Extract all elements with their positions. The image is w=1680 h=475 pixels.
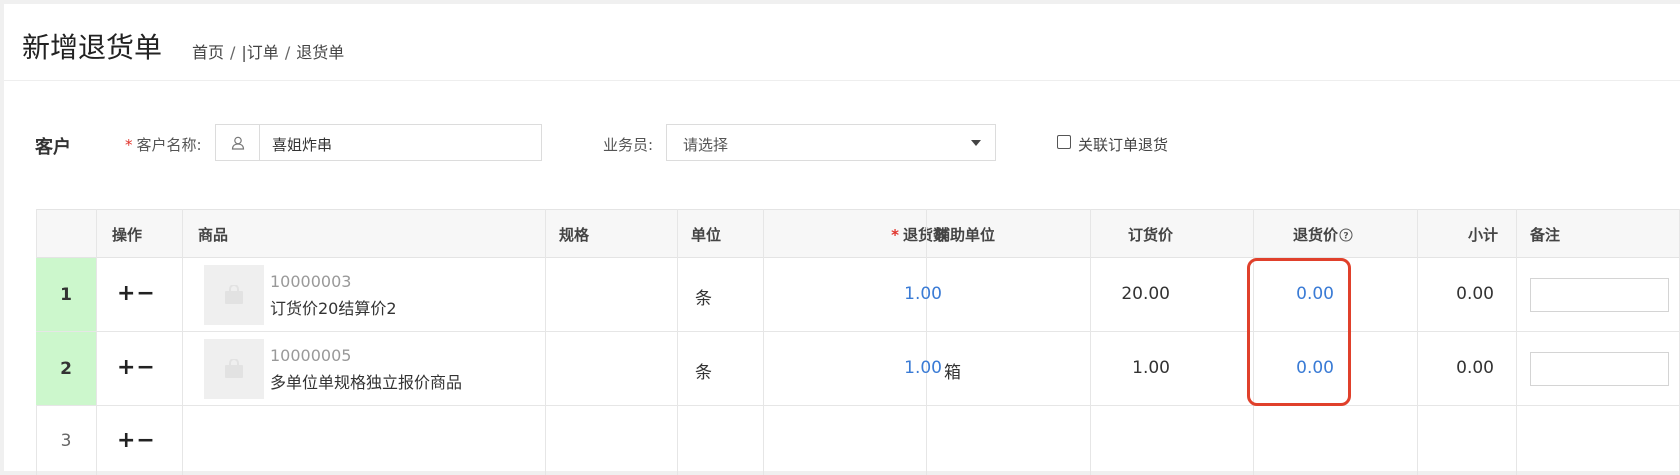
product-code: 10000003 — [270, 272, 352, 291]
row-number: 2 — [36, 332, 96, 405]
breadcrumb-home[interactable]: 首页 — [192, 39, 224, 63]
salesperson-select-value: 请选择 — [683, 136, 729, 154]
link-order-return-checkbox[interactable] — [1057, 135, 1071, 149]
customer-section-label: 客户 — [35, 137, 71, 158]
salesperson-label: 业务员: — [603, 136, 654, 154]
row-add-remove-buttons[interactable]: +− — [117, 428, 156, 453]
product-thumbnail — [204, 265, 264, 325]
bag-icon — [225, 285, 243, 304]
col-header-note: 备注 — [1530, 226, 1561, 244]
col-header-unit: 单位 — [691, 226, 722, 244]
row-number: 3 — [60, 430, 72, 451]
col-header-subtotal: 小计 — [1467, 226, 1498, 244]
row-add-remove-buttons[interactable]: +− — [117, 355, 156, 380]
table-row: 3 +− — [36, 406, 1680, 475]
salesperson-select[interactable]: 请选择 — [666, 124, 996, 161]
col-header-order-price: 订货价 — [1127, 226, 1173, 244]
row-add-remove-buttons[interactable]: +− — [117, 281, 156, 306]
return-price-highlight-box — [1247, 258, 1351, 406]
svg-text:?: ? — [1343, 232, 1348, 242]
product-unit: 条 — [695, 289, 712, 309]
customer-name-label-text: 客户名称: — [136, 136, 202, 154]
customer-name-field[interactable]: 喜姐炸串 — [215, 124, 542, 161]
order-price: 20.00 — [1121, 284, 1170, 304]
table-row: 1 +− 10000003 订货价20结算价2 条 1.00 20.00 0.0… — [36, 258, 1680, 332]
row-number: 1 — [36, 258, 96, 331]
order-price: 1.00 — [1132, 358, 1170, 378]
col-header-ops: 操作 — [112, 226, 143, 244]
help-icon[interactable]: ? — [1339, 228, 1353, 242]
required-marker: * — [891, 226, 899, 244]
return-qty-input[interactable]: 1.00 — [904, 284, 942, 304]
link-order-return-label[interactable]: 关联订单退货 — [1078, 134, 1168, 155]
col-header-return-price: 退货价? — [1293, 224, 1353, 245]
page-header: 新增退货单 首页 / |订单 / 退货单 — [4, 4, 1680, 81]
col-header-aux-unit: 辅助单位 — [935, 226, 996, 244]
chevron-down-icon — [971, 140, 981, 146]
subtotal: 0.00 — [1456, 284, 1494, 304]
subtotal: 0.00 — [1456, 358, 1494, 378]
breadcrumb-separator: / — [230, 43, 236, 62]
return-items-table: 操作 商品 规格 单位 *退货数 辅助单位 订货价 退货价? 小计 备注 1 +… — [36, 209, 1680, 475]
aux-unit: 箱 — [944, 363, 961, 383]
page: 新增退货单 首页 / |订单 / 退货单 客户 * 客户名称: 喜姐炸串 业务员: 请选择… — [4, 4, 1680, 475]
required-marker: * — [125, 136, 133, 154]
note-input[interactable] — [1530, 278, 1669, 312]
breadcrumb: 首页 / |订单 / 退货单 — [192, 39, 344, 63]
customer-name-value: 喜姐炸串 — [272, 136, 333, 154]
product-name: 多单位单规格独立报价商品 — [270, 373, 463, 392]
breadcrumb-current: 退货单 — [296, 43, 345, 62]
col-header-product: 商品 — [198, 226, 229, 244]
breadcrumb-separator: / — [284, 43, 291, 62]
product-thumbnail — [204, 339, 264, 399]
user-icon — [216, 125, 260, 161]
table-header: 操作 商品 规格 单位 *退货数 辅助单位 订货价 退货价? 小计 备注 — [36, 209, 1680, 258]
bag-icon — [225, 359, 243, 378]
col-header-return-price-text: 退货价 — [1292, 226, 1338, 244]
table-row: 2 +− 10000005 多单位单规格独立报价商品 条 1.00 箱 1.00… — [36, 332, 1680, 406]
breadcrumb-orders[interactable]: |订单 — [241, 39, 278, 63]
note-input[interactable] — [1530, 352, 1669, 386]
product-name: 订货价20结算价2 — [270, 299, 397, 318]
page-title: 新增退货单 — [22, 31, 163, 64]
col-header-spec: 规格 — [559, 226, 590, 244]
product-unit: 条 — [695, 363, 712, 383]
return-qty-input[interactable]: 1.00 — [904, 358, 942, 378]
product-code: 10000005 — [270, 346, 352, 365]
customer-name-label: * 客户名称: — [125, 134, 202, 155]
